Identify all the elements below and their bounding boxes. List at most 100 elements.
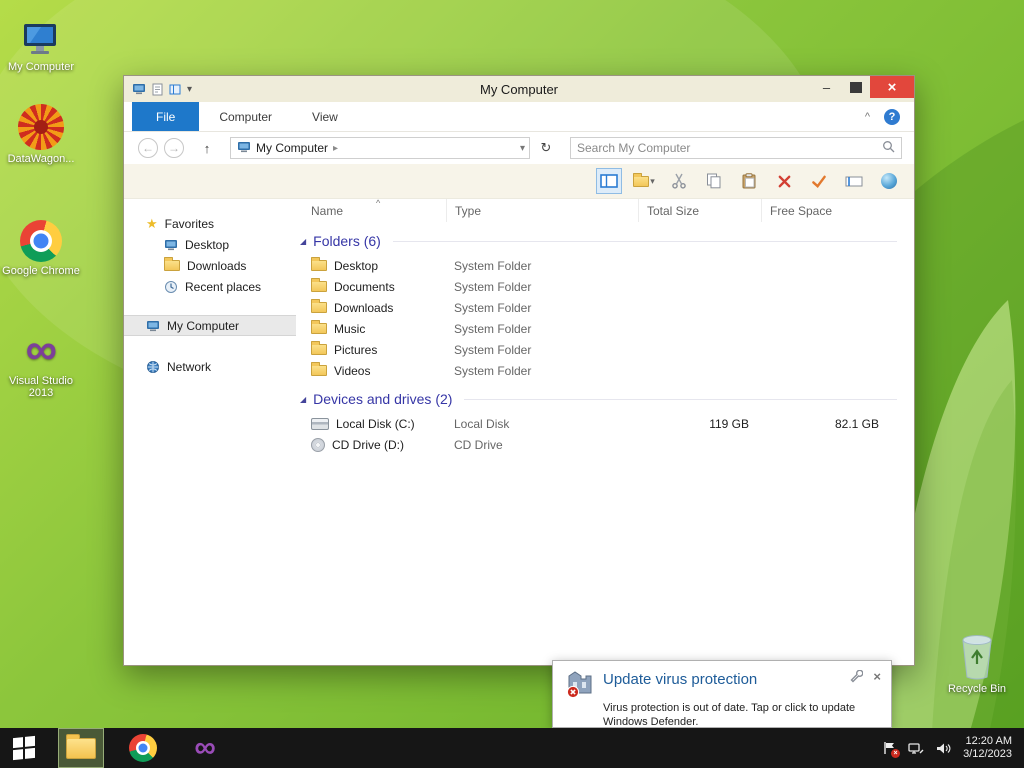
notification-toast[interactable]: Update virus protection × Virus protecti…: [552, 660, 892, 728]
desktop-icon-my-computer[interactable]: My Computer: [2, 8, 80, 73]
command-toolbar: ▾: [124, 164, 914, 199]
drive-row-local-disk-c[interactable]: Local Disk (C:) Local Disk 119 GB 82.1 G…: [296, 413, 907, 434]
item-name: CD Drive (D:): [332, 437, 404, 452]
file-row-videos[interactable]: Videos System Folder: [296, 360, 907, 381]
network-globe-button[interactable]: [876, 168, 902, 194]
column-header-free-space[interactable]: Free Space: [761, 199, 891, 222]
sidebar-item-recent-places[interactable]: Recent places: [124, 276, 296, 297]
sort-caret-icon: ^: [376, 198, 381, 208]
file-row-desktop[interactable]: Desktop System Folder: [296, 255, 907, 276]
tab-computer[interactable]: Computer: [199, 102, 292, 131]
desktop-icon-datawagon[interactable]: DataWagon...: [2, 100, 80, 165]
rename-button[interactable]: [841, 168, 867, 194]
settings-wrench-icon[interactable]: [850, 670, 864, 683]
column-header-name[interactable]: Name ^: [296, 198, 446, 222]
minimize-button[interactable]: –: [812, 76, 841, 98]
open-folder-chevron-icon: ▾: [650, 175, 655, 186]
forward-icon: →: [168, 141, 180, 155]
column-header-total-size[interactable]: Total Size: [638, 199, 761, 222]
group-collapse-icon[interactable]: ◢: [300, 395, 306, 404]
sidebar-item-desktop[interactable]: Desktop: [124, 234, 296, 255]
checkmark-icon: [812, 175, 826, 188]
sidebar-favorites[interactable]: ★ Favorites: [124, 213, 296, 234]
tab-view[interactable]: View: [292, 102, 358, 131]
desktop-icon-visual-studio[interactable]: ∞ Visual Studio 2013: [2, 322, 80, 400]
qat-customize-chevron-icon[interactable]: ▾: [187, 84, 192, 95]
open-folder-button[interactable]: ▾: [631, 168, 657, 194]
downloads-folder-icon: [164, 257, 180, 271]
taskbar-file-explorer[interactable]: [58, 728, 104, 768]
folder-icon: [311, 278, 327, 292]
volume-icon[interactable]: [936, 742, 951, 755]
qat-panel-icon[interactable]: [169, 84, 181, 95]
qat-page-icon[interactable]: [152, 83, 163, 96]
delete-icon: [778, 175, 790, 187]
refresh-button[interactable]: ↻: [536, 138, 556, 158]
action-center-flag-icon[interactable]: ×: [883, 741, 901, 758]
maximize-button[interactable]: [841, 76, 870, 98]
item-type: System Folder: [454, 363, 532, 378]
windows-defender-icon: [566, 671, 592, 699]
network-tray-icon[interactable]: [908, 742, 924, 755]
file-row-music[interactable]: Music System Folder: [296, 318, 907, 339]
paste-button[interactable]: [736, 168, 762, 194]
desktop-icon-recycle-bin[interactable]: Recycle Bin: [938, 630, 1016, 695]
item-name: Local Disk (C:): [336, 416, 415, 431]
item-type: CD Drive: [454, 437, 503, 452]
group-header-devices[interactable]: ◢ Devices and drives (2): [300, 391, 907, 407]
titlebar[interactable]: ▾ My Computer – ×: [124, 76, 914, 102]
copy-button[interactable]: [701, 168, 727, 194]
folder-icon: [311, 320, 327, 334]
delete-button[interactable]: [771, 168, 797, 194]
item-name: Music: [334, 321, 366, 336]
up-button[interactable]: ↑: [196, 138, 218, 158]
cut-button[interactable]: [666, 168, 692, 194]
column-header-type[interactable]: Type: [446, 199, 638, 222]
group-header-folders[interactable]: ◢ Folders (6): [300, 233, 907, 249]
address-bar[interactable]: My Computer ▸ ▾: [230, 137, 530, 159]
breadcrumb-chevron-icon[interactable]: ▸: [333, 143, 338, 154]
ribbon-collapse-icon[interactable]: ^: [865, 111, 870, 123]
help-icon[interactable]: ?: [884, 108, 900, 125]
address-dropdown-icon[interactable]: ▾: [520, 143, 525, 154]
group-collapse-icon[interactable]: ◢: [300, 237, 306, 246]
column-label: Name: [311, 203, 344, 218]
notification-title: Update virus protection: [603, 671, 758, 688]
file-row-documents[interactable]: Documents System Folder: [296, 276, 907, 297]
close-button[interactable]: ×: [870, 76, 914, 98]
group-divider: [464, 398, 897, 400]
taskbar: ∞ × 12:20 AM 3/12/2023: [0, 728, 1024, 768]
caption-buttons: – ×: [812, 76, 914, 98]
app-window-icon[interactable]: [132, 83, 146, 95]
start-button[interactable]: [0, 728, 48, 768]
search-icon[interactable]: [882, 140, 895, 156]
file-row-downloads[interactable]: Downloads System Folder: [296, 297, 907, 318]
checkmark-button[interactable]: [806, 168, 832, 194]
preview-pane-button[interactable]: [596, 168, 622, 194]
copy-icon: [707, 173, 721, 189]
taskbar-clock[interactable]: 12:20 AM 3/12/2023: [963, 735, 1012, 761]
file-list: Name ^ Type Total Size Free Space ◢ Fold…: [296, 198, 907, 606]
desktop-mini-icon: [165, 239, 177, 250]
network-icon: [147, 360, 159, 373]
drive-row-cd-drive-d[interactable]: CD Drive (D:) CD Drive: [296, 434, 907, 455]
desktop-icon-google-chrome[interactable]: Google Chrome: [2, 212, 80, 277]
open-folder-icon: [633, 172, 650, 187]
taskbar-visual-studio[interactable]: ∞: [182, 728, 228, 768]
notification-close-icon[interactable]: ×: [873, 669, 881, 684]
tab-file[interactable]: File: [132, 102, 200, 131]
file-row-pictures[interactable]: Pictures System Folder: [296, 339, 907, 360]
search-input[interactable]: [577, 141, 882, 155]
item-name: Downloads: [334, 300, 394, 315]
sidebar-item-network[interactable]: Network: [124, 356, 296, 377]
forward-button[interactable]: →: [164, 138, 184, 158]
breadcrumb[interactable]: My Computer: [256, 141, 328, 155]
rename-icon: [845, 176, 863, 186]
back-button[interactable]: ←: [138, 138, 158, 158]
sidebar-item-downloads[interactable]: Downloads: [124, 255, 296, 276]
sidebar-item-my-computer[interactable]: My Computer: [124, 315, 296, 336]
taskbar-chrome[interactable]: [120, 728, 166, 768]
search-box[interactable]: [570, 137, 902, 159]
column-label: Total Size: [647, 203, 700, 218]
group-divider: [392, 240, 897, 242]
